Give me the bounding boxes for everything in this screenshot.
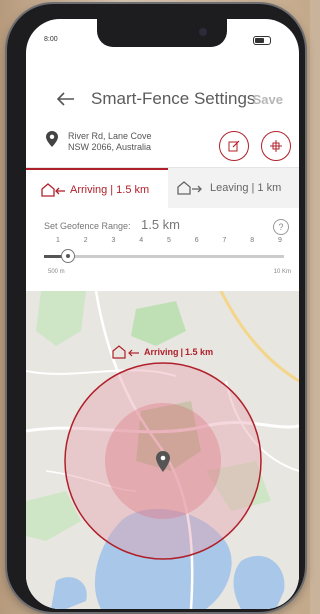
direction-tabs: Arriving | 1.5 km Leaving | 1 km	[26, 167, 299, 211]
map-badge-divider: |	[180, 347, 184, 357]
edit-icon	[228, 140, 240, 152]
camera-icon	[199, 28, 207, 36]
range-tick: 2	[83, 237, 88, 244]
range-min-label: 500 m	[48, 269, 65, 275]
address-text: River Rd, Lane Cove NSW 2066, Australia	[68, 131, 152, 153]
house-arrow-in-icon	[112, 345, 139, 359]
locate-button[interactable]	[261, 131, 291, 161]
map-canvas	[26, 291, 299, 609]
phone-frame: 8:00 Smart-Fence Settings Save River Rd,…	[7, 4, 305, 612]
map-badge-distance: 1.5 km	[185, 347, 214, 357]
battery-icon	[253, 36, 271, 45]
crosshair-icon	[270, 140, 282, 152]
range-tick: 9	[278, 237, 282, 244]
map-view[interactable]: Arriving | 1.5 km	[26, 291, 299, 609]
tab-arriving[interactable]: Arriving | 1.5 km	[26, 168, 168, 211]
house-arrow-in-icon	[41, 183, 65, 197]
edit-address-button[interactable]	[219, 131, 249, 161]
range-tick: 5	[167, 237, 171, 244]
range-value: 1.5 km	[141, 217, 181, 232]
range-max-label: 10 Km	[273, 269, 291, 275]
range-slider[interactable]	[44, 249, 284, 263]
address-line-2: NSW 2066, Australia	[68, 142, 152, 152]
tab-arriving-distance: 1.5 km	[116, 184, 150, 196]
tab-leaving-label: Leaving	[210, 182, 249, 194]
notch	[97, 19, 227, 47]
map-pin-icon	[46, 131, 58, 147]
arrow-left-icon	[56, 92, 74, 106]
app-screen: 8:00 Smart-Fence Settings Save River Rd,…	[26, 19, 299, 609]
slider-handle[interactable]	[61, 249, 75, 263]
tab-divider: |	[251, 182, 255, 194]
range-tick: 3	[111, 237, 116, 244]
tab-leaving-distance: 1 km	[257, 182, 282, 194]
address-line-1: River Rd, Lane Cove	[68, 131, 152, 141]
range-label: Set Geofence Range:	[44, 221, 131, 231]
save-button[interactable]: Save	[253, 92, 283, 107]
range-tick: 1	[56, 237, 60, 244]
help-icon[interactable]: ?	[273, 219, 289, 235]
tab-divider: |	[110, 184, 114, 196]
header: Smart-Fence Settings Save	[26, 83, 299, 117]
tab-leaving[interactable]: Leaving | 1 km	[168, 168, 299, 208]
range-tick: 7	[222, 237, 227, 244]
range-tick: 8	[250, 237, 255, 244]
range-tick: 4	[139, 237, 144, 244]
map-arriving-badge: Arriving | 1.5 km	[111, 344, 213, 360]
range-ticks: 1 2 3 4 5 6 7 8 9	[44, 237, 284, 249]
range-section: Set Geofence Range: 1.5 km ? 1 2 3 4 5 6 7 8 9 5…	[26, 209, 299, 291]
range-tick: 6	[194, 237, 199, 244]
house-arrow-out-icon	[177, 181, 202, 195]
back-button[interactable]	[56, 83, 76, 121]
tab-arriving-label: Arriving	[70, 184, 108, 196]
map-badge-label: Arriving	[144, 347, 179, 357]
page-title: Smart-Fence Settings	[91, 89, 256, 108]
status-time: 8:00	[44, 36, 58, 43]
